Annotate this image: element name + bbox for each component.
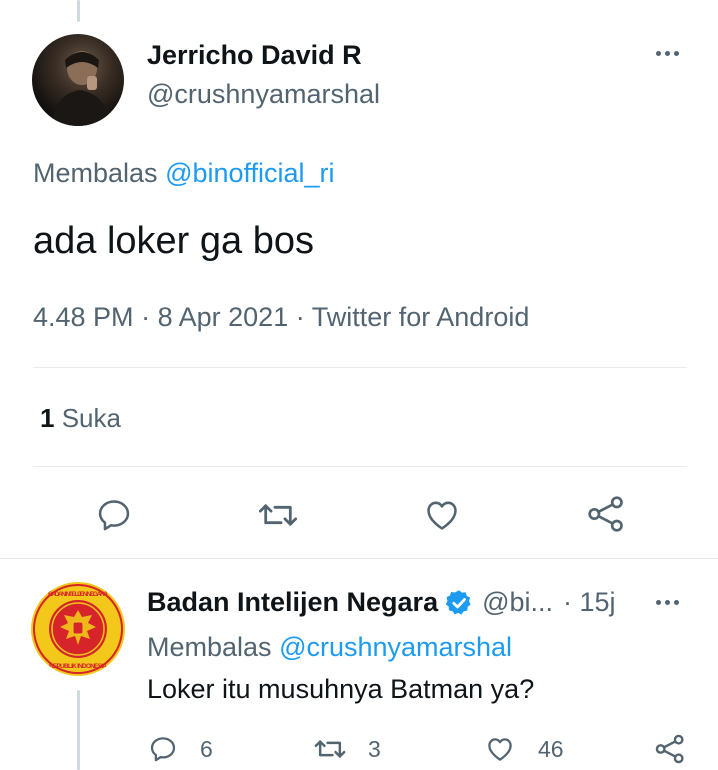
reply-prefix: Membalas: [33, 158, 158, 188]
author-handle[interactable]: @crushnyamarshal: [147, 79, 380, 110]
divider-2: [33, 466, 687, 467]
retweet-button[interactable]: [258, 496, 298, 534]
reply-icon: [98, 500, 130, 531]
reply-header: Badan Intelijen Negara @bi... · 15j: [147, 587, 616, 618]
tweet-date[interactable]: 8 Apr 2021: [158, 302, 289, 332]
reply-tweet-text: Loker itu musuhnya Batman ya?: [147, 674, 535, 704]
avatar-jerricho[interactable]: [32, 34, 124, 126]
author-name[interactable]: Jerricho David R: [147, 40, 362, 71]
tweet-meta: 4.48 PM · 8 Apr 2021 · Twitter for Andro…: [33, 302, 529, 333]
retweet-icon: [258, 504, 298, 526]
avatar-bin-logo[interactable]: BADAN INTELIJEN NEGARA REPUBLIK INDONESI…: [31, 582, 125, 676]
share-icon: [588, 496, 623, 532]
logo-text-bottom: REPUBLIK INDONESIA: [49, 663, 107, 670]
reply-tweet-prefix: Membalas: [147, 632, 272, 662]
verified-badge-icon: [444, 588, 474, 618]
tweet-source[interactable]: Twitter for Android: [312, 302, 530, 332]
reply-share-icon: [655, 734, 684, 764]
retweet-count: 3: [368, 735, 381, 762]
reply-retweet-button[interactable]: 3: [314, 734, 381, 764]
like-icon: [427, 501, 457, 530]
thread-line-top: [77, 0, 80, 22]
more-icon: [656, 51, 661, 56]
tweet-time[interactable]: 4.48 PM: [33, 302, 134, 332]
reply-tweet-context: Membalas @crushnyamarshal: [147, 632, 512, 663]
likes-summary[interactable]: 1 Suka: [40, 403, 121, 434]
thread-line-bottom: [77, 690, 80, 770]
bin-logo-icon: BADAN INTELIJEN NEGARA REPUBLIK INDONESI…: [32, 583, 124, 675]
logo-text-top: BADAN INTELIJEN NEGARA: [48, 591, 108, 598]
reply-retweet-icon: [314, 740, 346, 758]
reply-to-link[interactable]: @binofficial_ri: [165, 158, 335, 188]
meta-separator-2: ·: [295, 302, 305, 332]
reply-button[interactable]: [95, 496, 133, 534]
reply-more-icon: [656, 600, 661, 605]
reply-reply-icon: [150, 737, 176, 762]
reply-author-name[interactable]: Badan Intelijen Negara: [147, 587, 438, 618]
likes-label: Suka: [61, 403, 121, 433]
reply-author-handle[interactable]: @bi...: [482, 587, 553, 618]
tweet-text: ada loker ga bos: [33, 220, 314, 262]
reply-like-button[interactable]: 46: [484, 734, 564, 764]
reply-count: 6: [200, 735, 213, 762]
like-button[interactable]: [423, 496, 461, 534]
like-count: 46: [538, 735, 564, 762]
avatar-photo: [52, 51, 112, 126]
reply-like-icon: [488, 738, 512, 761]
reply-share-button[interactable]: [654, 733, 686, 765]
reply-tweet-to-link[interactable]: @crushnyamarshal: [279, 632, 512, 662]
reply-reply-button[interactable]: 6: [148, 734, 213, 764]
reply-more-options-button[interactable]: [656, 600, 679, 605]
meta-separator: ·: [141, 302, 151, 332]
more-options-button[interactable]: [656, 51, 679, 56]
likes-count: 1: [40, 403, 55, 433]
share-button[interactable]: [586, 494, 626, 534]
reply-time[interactable]: · 15j: [563, 587, 616, 618]
divider-1: [33, 367, 687, 368]
divider-3: [0, 558, 718, 559]
reply-context: Membalas @binofficial_ri: [33, 158, 335, 189]
